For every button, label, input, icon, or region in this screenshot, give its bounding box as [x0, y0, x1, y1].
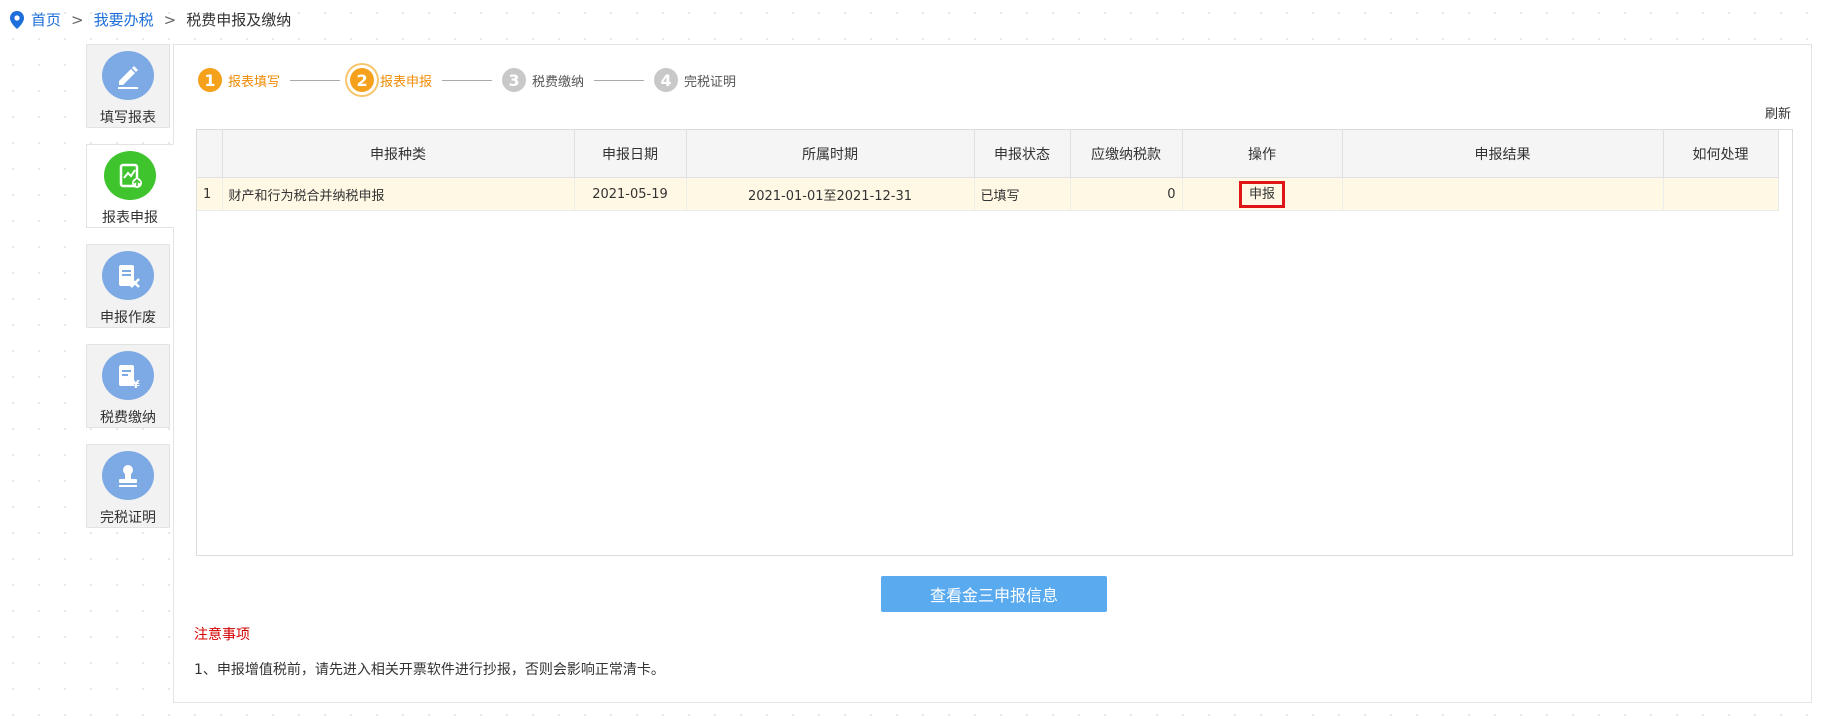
sidebar-item-label: 报表申报: [102, 210, 158, 226]
progress-steps: 1 报表填写 2 报表申报 3 税费缴纳 4 完税证明: [198, 68, 736, 92]
sidebar-item-label: 申报作废: [100, 310, 156, 326]
step-label: 完税证明: [684, 74, 737, 90]
cell-date: 2021-05-19: [574, 177, 687, 211]
breadcrumb-separator: >: [163, 11, 177, 29]
sidebar-item-report-submit[interactable]: 报表申报: [86, 144, 174, 228]
void-document-icon: [102, 251, 154, 300]
step-4: 4 完税证明: [654, 68, 736, 92]
sidebar-item-tax-certificate[interactable]: 完税证明: [86, 444, 170, 528]
step-3: 3 税费缴纳: [502, 68, 584, 92]
step-2: 2 报表申报: [350, 68, 432, 92]
stamp-icon: [102, 451, 154, 500]
view-jinsan-declaration-button[interactable]: 查看金三申报信息: [881, 576, 1107, 612]
table-row: 1 财产和行为税合并纳税申报 2021-05-19 2021-01-01至202…: [197, 177, 1779, 211]
column-header-date: 申报日期: [574, 130, 687, 178]
notice-text: 1、申报增值税前，请先进入相关开票软件进行抄报，否则会影响正常清卡。: [194, 662, 665, 678]
step-connector: [594, 79, 645, 81]
cell-result: [1342, 177, 1664, 211]
step-number: 1: [198, 68, 222, 92]
column-header-index: [197, 130, 223, 178]
notice-title: 注意事项: [194, 627, 250, 643]
column-header-handling: 如何处理: [1663, 130, 1779, 178]
cell-tax: 0: [1070, 177, 1183, 211]
sidebar-item-label: 完税证明: [100, 510, 156, 526]
column-header-result: 申报结果: [1342, 130, 1664, 178]
refresh-link[interactable]: 刷新: [1765, 103, 1791, 122]
tax-payment-icon: ¥: [102, 351, 154, 400]
sidebar-item-label: 税费缴纳: [100, 410, 156, 426]
column-header-type: 申报种类: [222, 130, 575, 178]
cell-type: 财产和行为税合并纳税申报: [222, 177, 575, 211]
breadcrumb-section-link[interactable]: 我要办税: [94, 10, 154, 30]
cell-index: 1: [197, 177, 223, 211]
step-connector: [442, 79, 493, 81]
breadcrumb-home-link[interactable]: 首页: [31, 10, 61, 30]
step-number: 4: [654, 68, 679, 92]
breadcrumb-current: 税费申报及缴纳: [186, 11, 292, 29]
column-header-action: 操作: [1182, 130, 1343, 178]
cell-status: 已填写: [974, 177, 1071, 211]
breadcrumb: 首页 > 我要办税 > 税费申报及缴纳: [10, 10, 291, 30]
step-1: 1 报表填写: [198, 68, 280, 92]
pencil-icon: [102, 51, 154, 100]
table-header-row: 申报种类 申报日期 所属时期 申报状态 应缴纳税款 操作 申报结果 如何处理: [197, 130, 1779, 178]
step-label: 税费缴纳: [532, 74, 585, 90]
step-label: 报表申报: [380, 74, 433, 90]
sidebar-item-label: 填写报表: [100, 110, 156, 126]
step-number: 3: [502, 68, 527, 92]
declaration-table: 申报种类 申报日期 所属时期 申报状态 应缴纳税款 操作 申报结果 如何处理 1…: [196, 129, 1793, 556]
svg-text:¥: ¥: [132, 378, 140, 391]
column-header-period: 所属时期: [686, 130, 975, 178]
cell-period: 2021-01-01至2021-12-31: [686, 177, 975, 211]
step-connector: [290, 79, 341, 81]
page: 首页 > 我要办税 > 税费申报及缴纳 填写报表 报表申报 申报作废 ¥ 税费缴…: [0, 0, 1829, 723]
declare-button[interactable]: 申报: [1238, 180, 1285, 208]
column-header-status: 申报状态: [974, 130, 1071, 178]
main-panel: 1 报表填写 2 报表申报 3 税费缴纳 4 完税证明 刷新 申报种类 申报日期…: [173, 44, 1812, 703]
step-label: 报表填写: [228, 74, 281, 90]
column-header-tax: 应缴纳税款: [1070, 130, 1183, 178]
report-chart-icon: [104, 151, 156, 200]
cell-action: 申报: [1182, 177, 1343, 211]
step-number: 2: [350, 68, 375, 92]
sidebar-item-tax-payment[interactable]: ¥ 税费缴纳: [86, 344, 170, 428]
sidebar-item-fill-report[interactable]: 填写报表: [86, 44, 170, 128]
sidebar-item-void-report[interactable]: 申报作废: [86, 244, 170, 328]
breadcrumb-separator: >: [71, 11, 84, 29]
cell-handling: [1663, 177, 1779, 211]
location-pin-icon: [10, 11, 24, 29]
